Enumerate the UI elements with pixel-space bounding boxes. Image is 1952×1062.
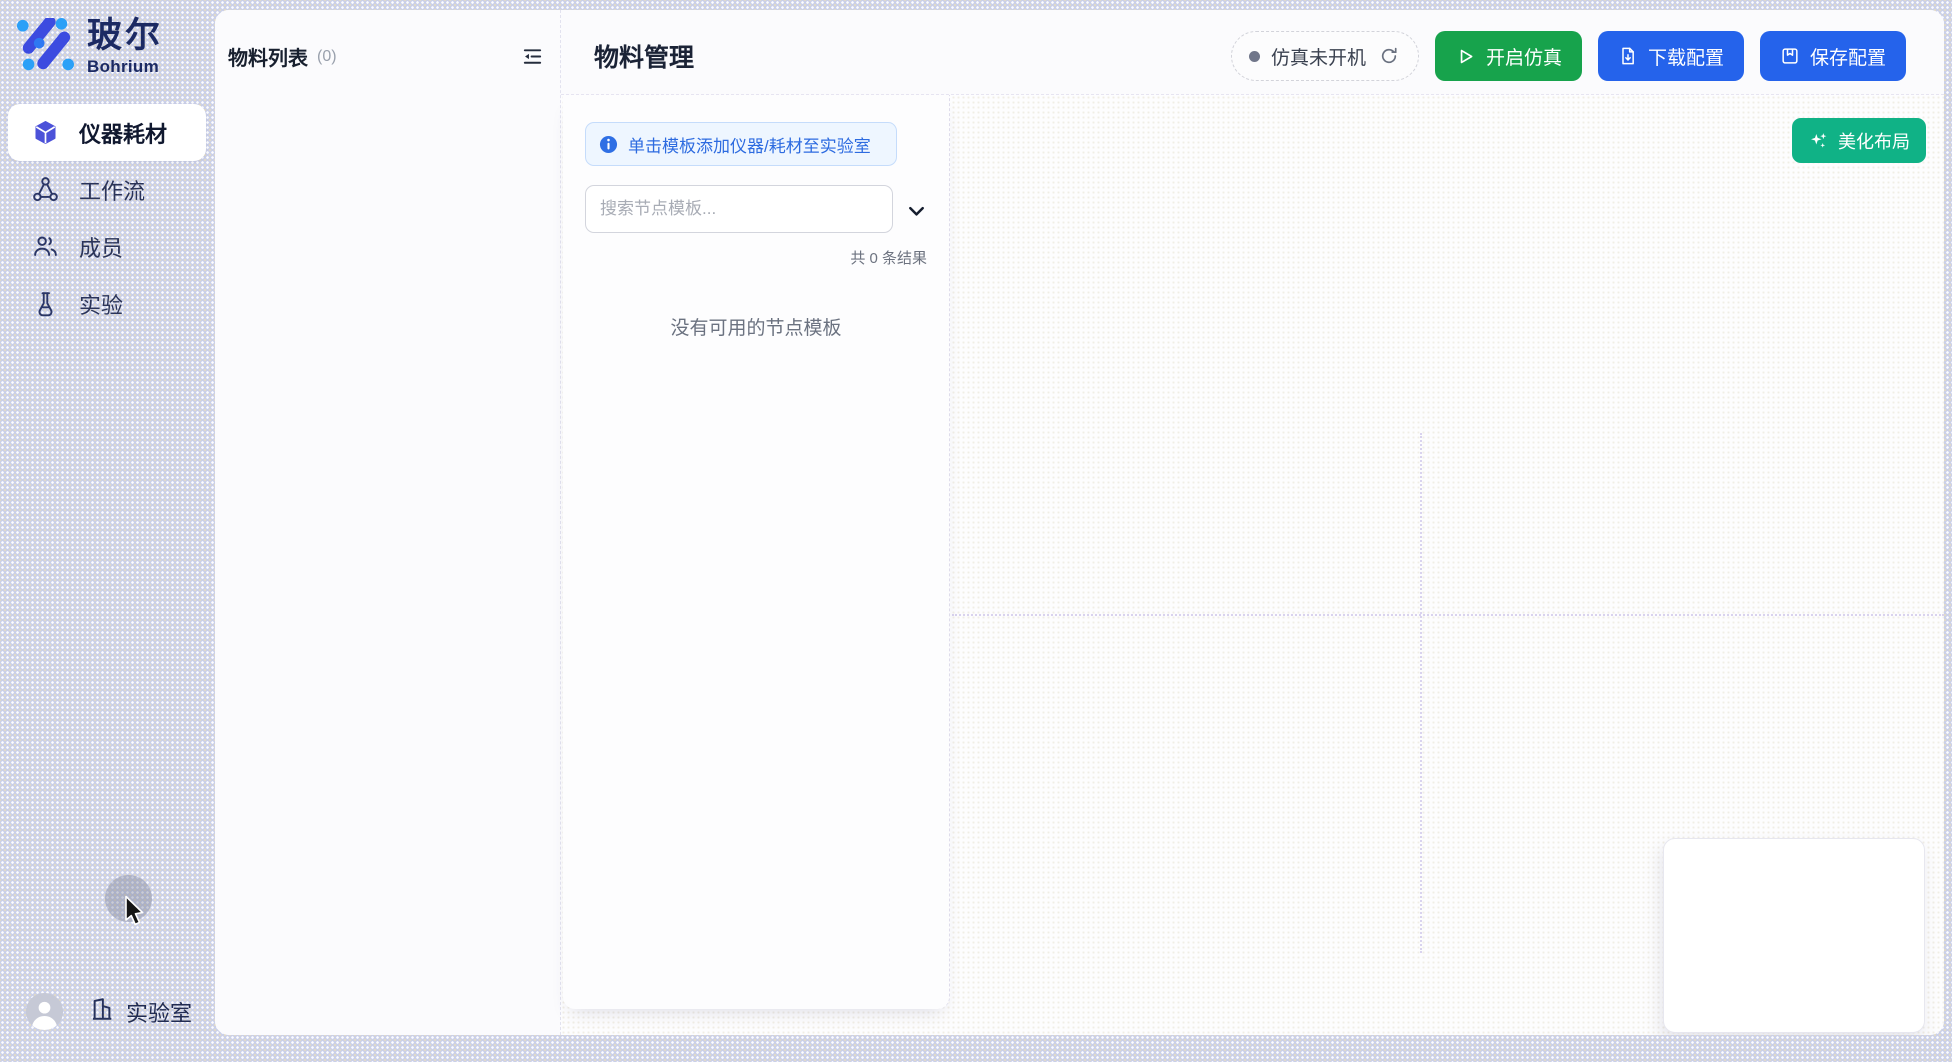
sidebar-item-members[interactable]: 成员 xyxy=(8,218,206,275)
canvas-guide-vertical xyxy=(1420,433,1422,953)
beautify-layout-button[interactable]: 美化布局 xyxy=(1792,118,1926,163)
sidebar-item-experiments[interactable]: 实验 xyxy=(8,275,206,332)
material-list-panel: 物料列表 (0) xyxy=(215,10,561,1035)
page-title: 物料管理 xyxy=(594,38,694,74)
refresh-icon xyxy=(1379,46,1399,66)
workflow-icon xyxy=(31,176,59,203)
info-icon xyxy=(599,135,618,154)
building-icon xyxy=(89,996,115,1028)
start-simulation-label: 开启仿真 xyxy=(1486,43,1562,70)
avatar[interactable] xyxy=(26,993,63,1030)
mouse-cursor xyxy=(124,895,151,926)
status-dot-icon xyxy=(1249,51,1260,62)
minimap[interactable] xyxy=(1663,838,1925,1033)
beautify-layout-label: 美化布局 xyxy=(1838,128,1910,154)
chevron-down-icon xyxy=(905,200,928,223)
template-browser-panel: 单击模板添加仪器/耗材至实验室 共 0 条结果 没有可用的节点模板 xyxy=(563,95,950,1009)
save-config-button[interactable]: 保存配置 xyxy=(1760,31,1906,81)
empty-state-text: 没有可用的节点模板 xyxy=(563,313,949,340)
download-config-label: 下载配置 xyxy=(1648,43,1724,70)
collapse-list-icon xyxy=(521,45,544,68)
play-icon xyxy=(1455,46,1476,67)
template-search-input[interactable] xyxy=(585,185,893,233)
material-list-count: (0) xyxy=(317,48,337,66)
flow-canvas[interactable]: 单击模板添加仪器/耗材至实验室 共 0 条结果 没有可用的节点模板 美化布局 xyxy=(561,95,1944,1035)
cube-icon xyxy=(31,119,59,146)
material-list-header: 物料列表 (0) xyxy=(228,42,546,71)
users-icon xyxy=(31,233,59,260)
topbar: 物料管理 仿真未开机 开启仿真 xyxy=(561,10,1944,95)
simulation-status-pill: 仿真未开机 xyxy=(1231,31,1419,81)
hint-banner-text: 单击模板添加仪器/耗材至实验室 xyxy=(628,132,871,157)
sidebar-item-lab[interactable]: 实验室 xyxy=(89,996,192,1028)
main-card: 物料列表 (0) 物料管理 仿真未开机 xyxy=(215,10,1944,1035)
expand-filters-button[interactable] xyxy=(903,198,930,225)
sparkles-icon xyxy=(1808,130,1829,151)
sidebar-item-instruments[interactable]: 仪器耗材 xyxy=(8,104,206,161)
sidebar-item-label: 工作流 xyxy=(79,174,145,206)
test-tube-icon xyxy=(31,290,59,317)
app-root: 玻尔 Bohrium 仪器耗材 xyxy=(0,0,1952,1062)
sidebar-footer: 实验室 xyxy=(26,993,192,1030)
bohrium-logo-icon xyxy=(15,18,75,76)
sidebar-item-label: 成员 xyxy=(79,231,123,263)
material-list-title: 物料列表 xyxy=(228,42,308,71)
sidebar-nav: 仪器耗材 工作流 xyxy=(8,104,206,332)
refresh-status-button[interactable] xyxy=(1377,44,1401,68)
brand: 玻尔 Bohrium xyxy=(15,18,163,77)
hint-banner: 单击模板添加仪器/耗材至实验室 xyxy=(585,122,897,166)
sidebar-item-workflow[interactable]: 工作流 xyxy=(8,161,206,218)
save-config-label: 保存配置 xyxy=(1810,43,1886,70)
file-download-icon xyxy=(1618,46,1638,66)
status-label: 仿真未开机 xyxy=(1271,43,1366,70)
download-config-button[interactable]: 下载配置 xyxy=(1598,31,1744,81)
brand-name-zh: 玻尔 xyxy=(87,18,163,55)
sidebar-item-label: 实验 xyxy=(79,288,123,320)
canvas-guide-horizontal xyxy=(952,614,1944,616)
brand-name-en: Bohrium xyxy=(87,57,163,77)
sidebar-item-label: 仪器耗材 xyxy=(79,117,167,149)
result-count: 共 0 条结果 xyxy=(563,247,949,268)
topbar-actions: 仿真未开机 开启仿真 xyxy=(1231,31,1906,81)
collapse-panel-button[interactable] xyxy=(519,43,546,70)
sidebar: 玻尔 Bohrium 仪器耗材 xyxy=(0,0,215,1062)
save-icon xyxy=(1780,46,1800,66)
start-simulation-button[interactable]: 开启仿真 xyxy=(1435,31,1582,81)
lab-label: 实验室 xyxy=(126,996,192,1028)
